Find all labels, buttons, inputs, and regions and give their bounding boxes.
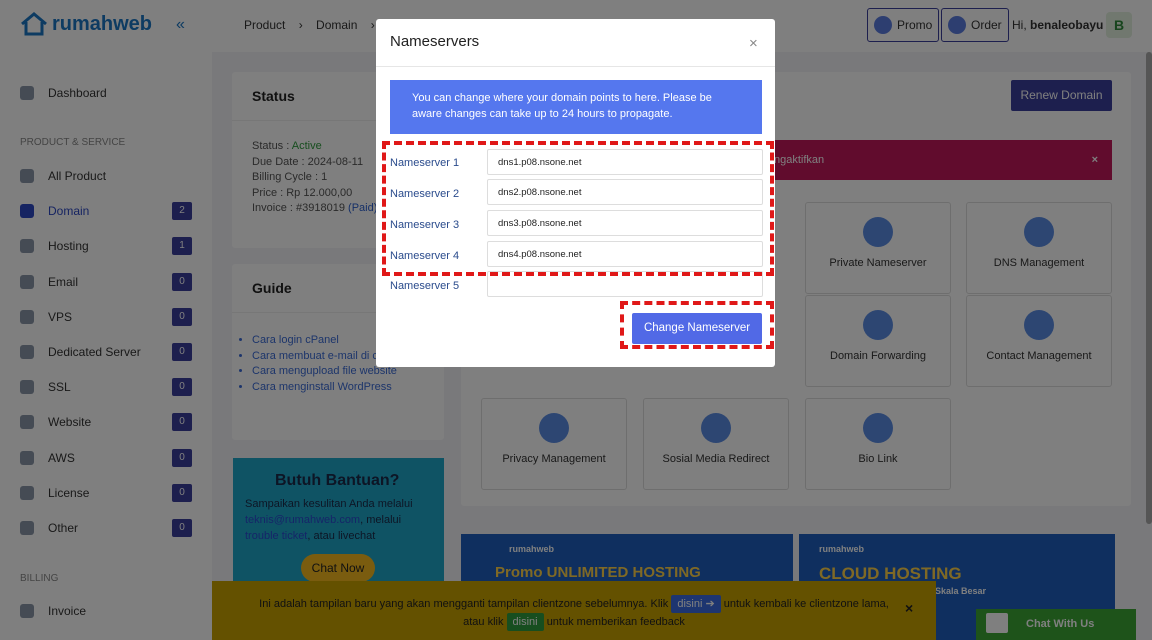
close-icon[interactable]: × (749, 35, 758, 52)
scrollbar[interactable] (1146, 52, 1152, 524)
info-alert: You can change where your domain points … (390, 80, 762, 134)
modal-title: Nameservers (390, 33, 480, 50)
divider (376, 66, 775, 67)
highlight-change-button (620, 301, 774, 349)
highlight-nameserver-fields (382, 141, 774, 276)
nameserver-5-label: Nameserver 5 (390, 280, 460, 292)
